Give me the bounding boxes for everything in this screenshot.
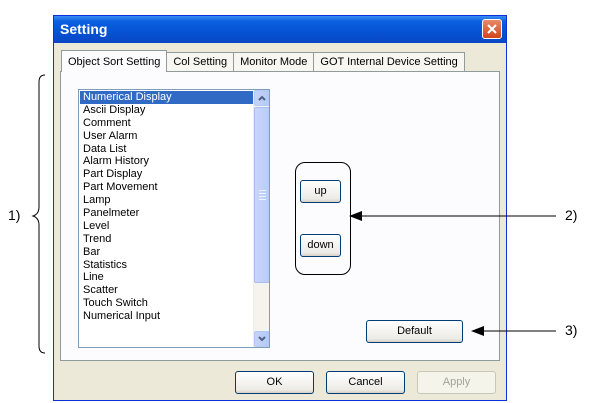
callout-label-2: 2) — [565, 207, 578, 223]
callout-label-1: 1) — [8, 207, 21, 223]
left-brace — [31, 74, 46, 354]
tab-object-sort-setting[interactable]: Object Sort Setting — [61, 50, 168, 72]
arrow-head-2 — [349, 211, 362, 221]
callout-label-3: 3) — [565, 322, 578, 338]
arrow-head-3 — [471, 326, 484, 336]
